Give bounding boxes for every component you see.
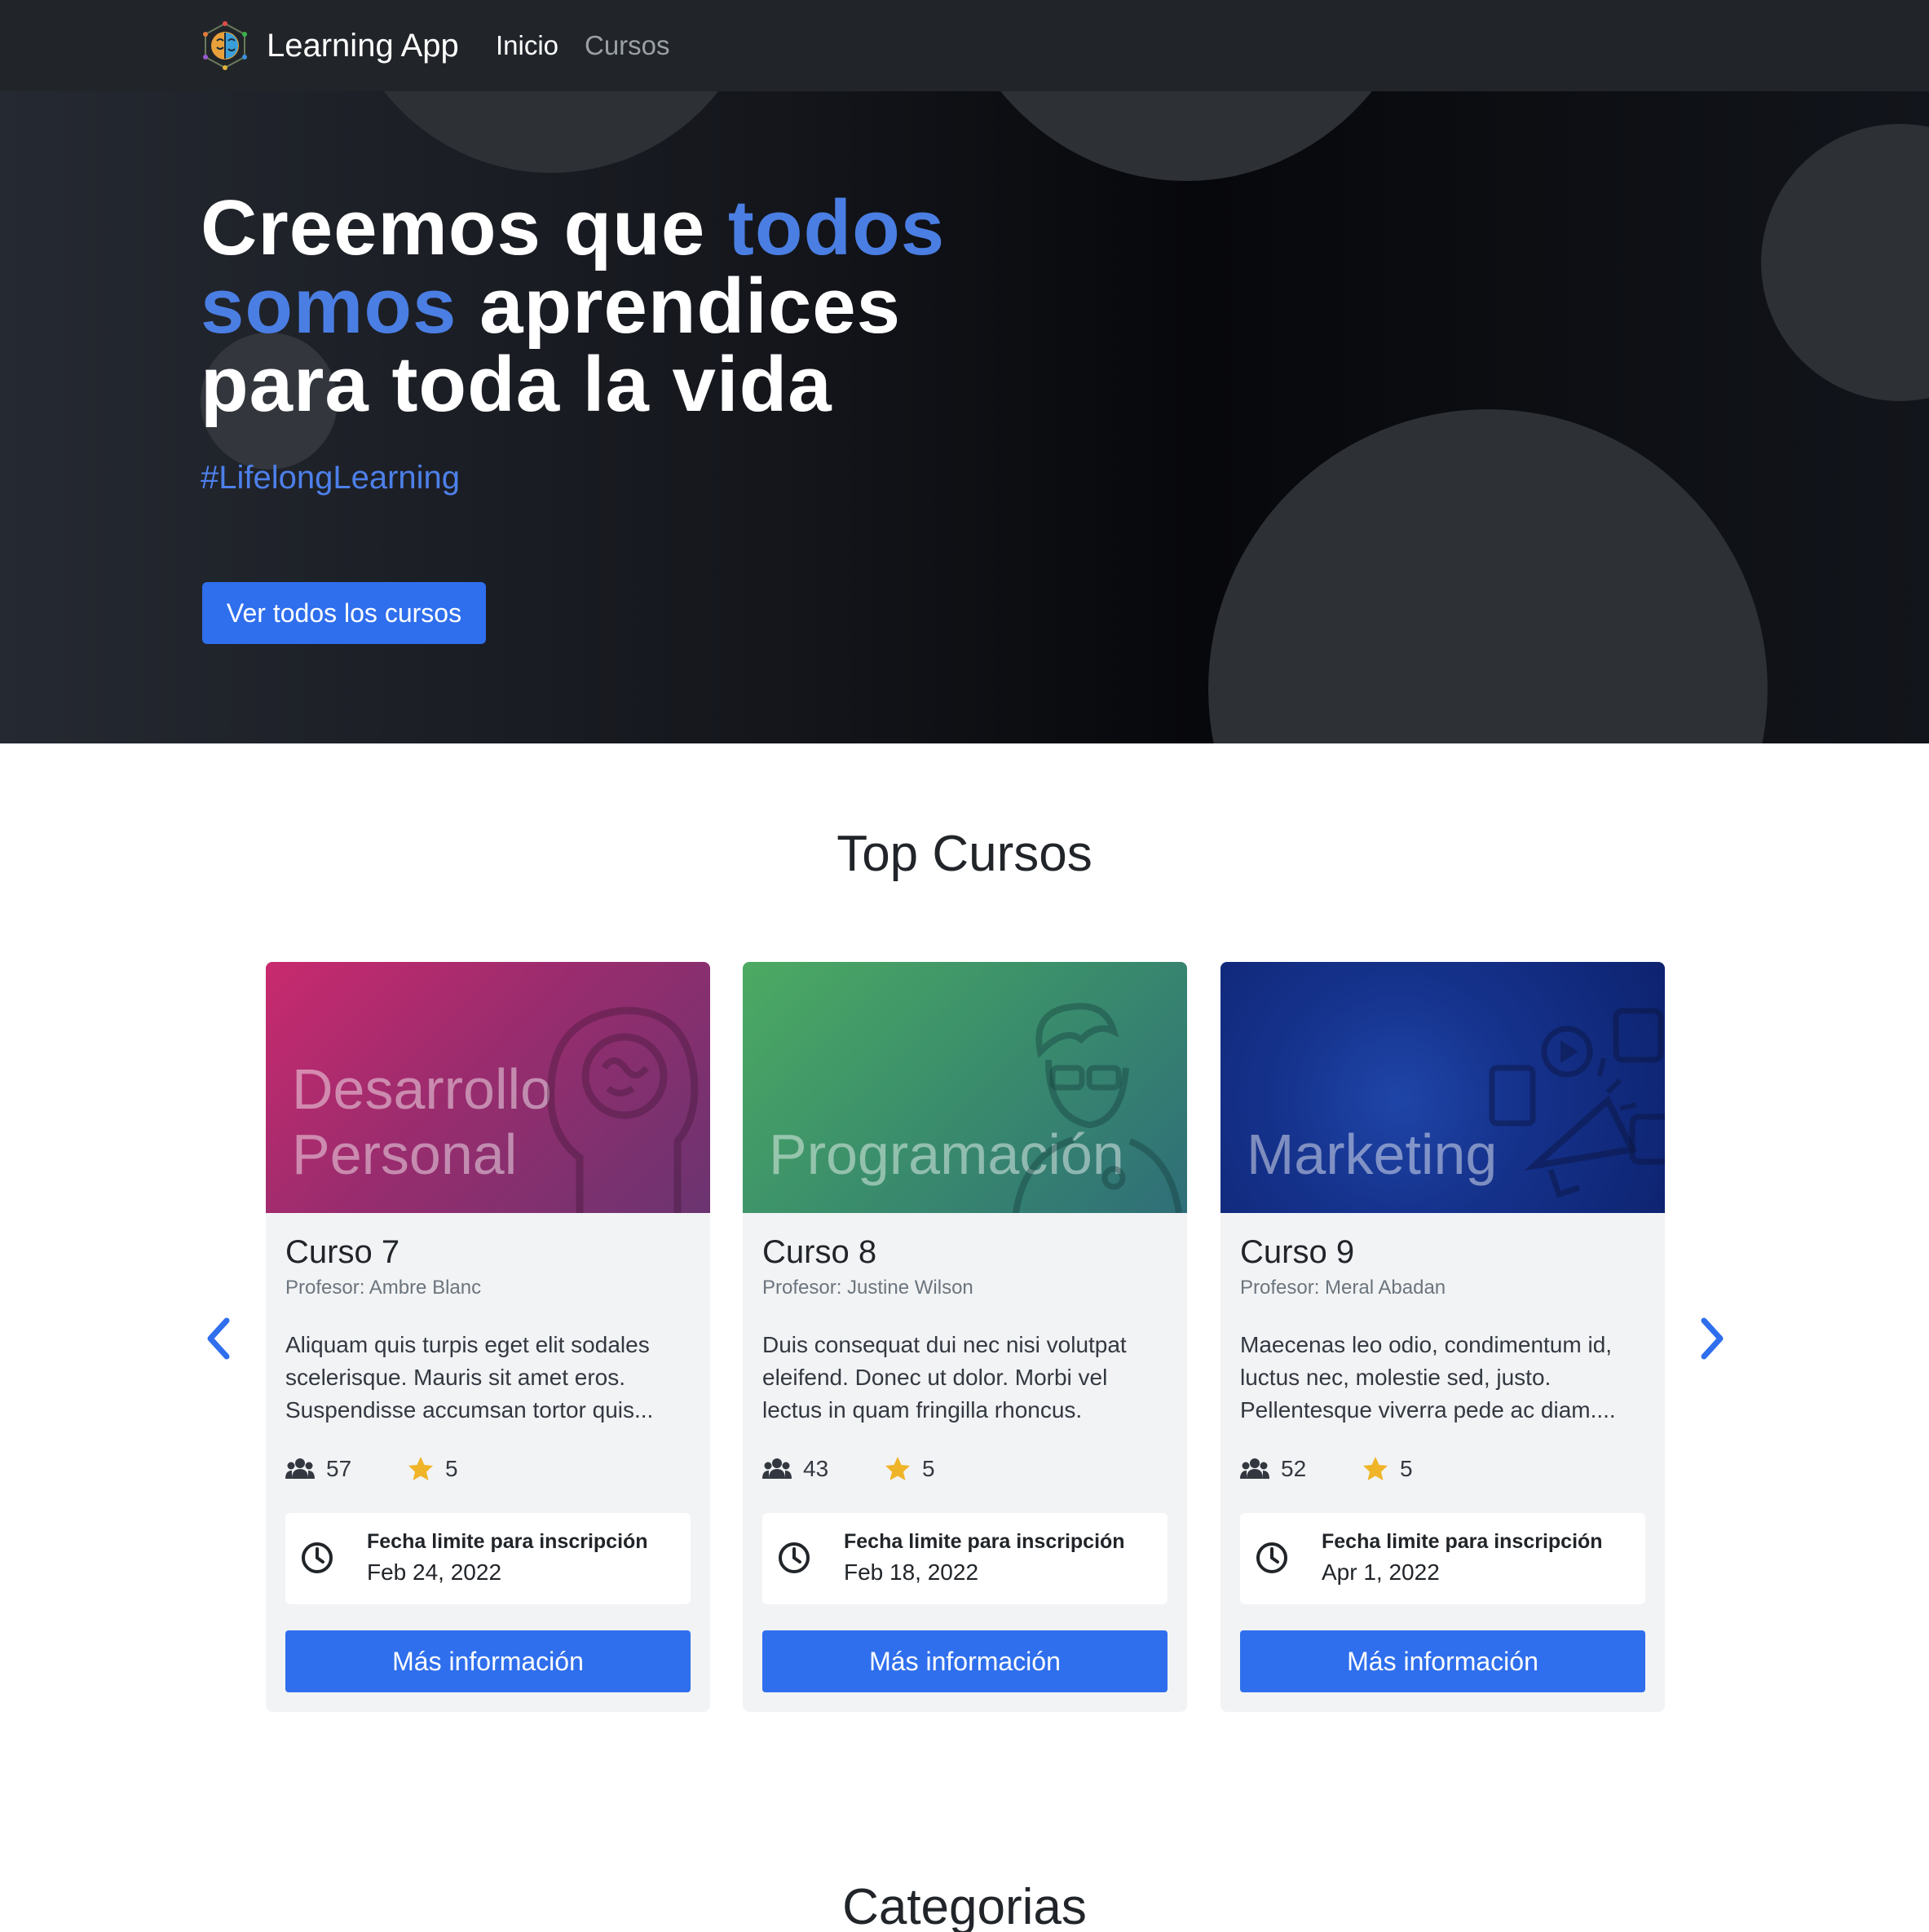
hero-title-text: para toda la vida	[201, 341, 832, 428]
deadline-label: Fecha limite para inscripción	[1322, 1530, 1603, 1553]
clock-icon	[779, 1542, 810, 1573]
course-professor: Profesor: Ambre Blanc	[285, 1277, 482, 1299]
course-title[interactable]: Curso 7	[285, 1231, 399, 1273]
course-card: Desarrollo Personal Curso 7 Profesor: Am…	[266, 962, 710, 1712]
users-icon	[1240, 1458, 1269, 1479]
students-count: 57	[326, 1456, 352, 1481]
course-card: Programación Curso 8 Profesor: Justine W…	[743, 962, 1187, 1712]
course-banner: Programación	[743, 962, 1187, 1213]
students-count: 52	[1281, 1456, 1307, 1481]
deadline-label: Fecha limite para inscripción	[844, 1530, 1125, 1553]
course-professor: Profesor: Justine Wilson	[762, 1277, 973, 1299]
hero-title-text: aprendices	[457, 262, 901, 350]
head-brain-icon	[546, 1007, 699, 1213]
megaphone-icon	[1489, 1008, 1665, 1198]
navbar: Learning App Inicio Cursos	[0, 0, 1929, 91]
nav-link-cursos[interactable]: Cursos	[585, 28, 670, 64]
course-title[interactable]: Curso 8	[762, 1231, 876, 1273]
categories-title: Categorias	[842, 1879, 1087, 1932]
chevron-left-icon[interactable]	[202, 1314, 235, 1363]
page: Learning App Inicio Cursos Creemos que t…	[0, 0, 1929, 1932]
view-all-courses-button[interactable]: Ver todos los cursos	[202, 582, 486, 644]
deadline-date: Feb 24, 2022	[367, 1559, 502, 1585]
hero-section: Creemos que todos somos aprendices para …	[0, 91, 1929, 743]
course-description: Aliquam quis turpis eget elit sodales sc…	[285, 1332, 654, 1423]
more-info-button[interactable]: Más información	[762, 1630, 1168, 1692]
brand-name[interactable]: Learning App	[267, 24, 459, 67]
course-professor: Profesor: Meral Abadan	[1240, 1277, 1446, 1299]
deadline-box: Fecha limite para inscripción Feb 24, 20…	[285, 1513, 691, 1604]
course-banner: Marketing	[1221, 962, 1665, 1213]
course-title[interactable]: Curso 9	[1240, 1231, 1354, 1273]
users-icon	[762, 1458, 792, 1479]
more-info-button[interactable]: Más información	[285, 1630, 691, 1692]
top-courses-title: Top Cursos	[836, 826, 1093, 882]
decorative-circle	[1761, 124, 1929, 401]
star-icon	[408, 1457, 433, 1480]
hero-title: Creemos que todos somos aprendices para …	[201, 189, 1016, 424]
category-label: Personal	[292, 1123, 518, 1186]
course-description: Duis consequat dui nec nisi volutpat ele…	[762, 1332, 1127, 1423]
programmer-icon	[1013, 1003, 1182, 1213]
decorative-circle	[1208, 409, 1768, 743]
hero-title-highlight: somos	[201, 262, 457, 350]
course-description: Maecenas leo odio, condimentum id, luctu…	[1240, 1332, 1616, 1423]
deadline-label: Fecha limite para inscripción	[367, 1530, 648, 1553]
hero-title-highlight: todos	[727, 184, 946, 271]
decorative-circle	[339, 91, 763, 173]
deadline-date: Feb 18, 2022	[844, 1559, 979, 1585]
users-icon	[285, 1458, 315, 1479]
deadline-box: Fecha limite para inscripción Feb 18, 20…	[762, 1513, 1168, 1604]
star-icon	[1363, 1457, 1388, 1480]
brain-logo-icon[interactable]	[201, 21, 249, 70]
decorative-circle	[942, 91, 1431, 181]
category-label: Desarrollo	[292, 1057, 552, 1121]
course-card: Marketing Curso 9 Profesor: Meral Abadan…	[1221, 962, 1665, 1712]
hero-title-text: Creemos que	[201, 184, 728, 271]
hero-hashtag: #LifelongLearning	[201, 460, 461, 496]
course-banner: Desarrollo Personal	[266, 962, 710, 1213]
deadline-box: Fecha limite para inscripción Apr 1, 202…	[1240, 1513, 1645, 1604]
nav-link-inicio[interactable]: Inicio	[496, 28, 558, 64]
clock-icon	[302, 1542, 333, 1573]
rating-value: 5	[922, 1456, 935, 1481]
chevron-right-icon[interactable]	[1696, 1314, 1728, 1363]
category-label: Marketing	[1247, 1123, 1498, 1186]
deadline-date: Apr 1, 2022	[1322, 1559, 1440, 1585]
rating-value: 5	[1400, 1456, 1413, 1481]
star-icon	[885, 1457, 910, 1480]
rating-value: 5	[445, 1456, 458, 1481]
students-count: 43	[803, 1456, 829, 1481]
clock-icon	[1256, 1542, 1287, 1573]
more-info-button[interactable]: Más información	[1240, 1630, 1645, 1692]
